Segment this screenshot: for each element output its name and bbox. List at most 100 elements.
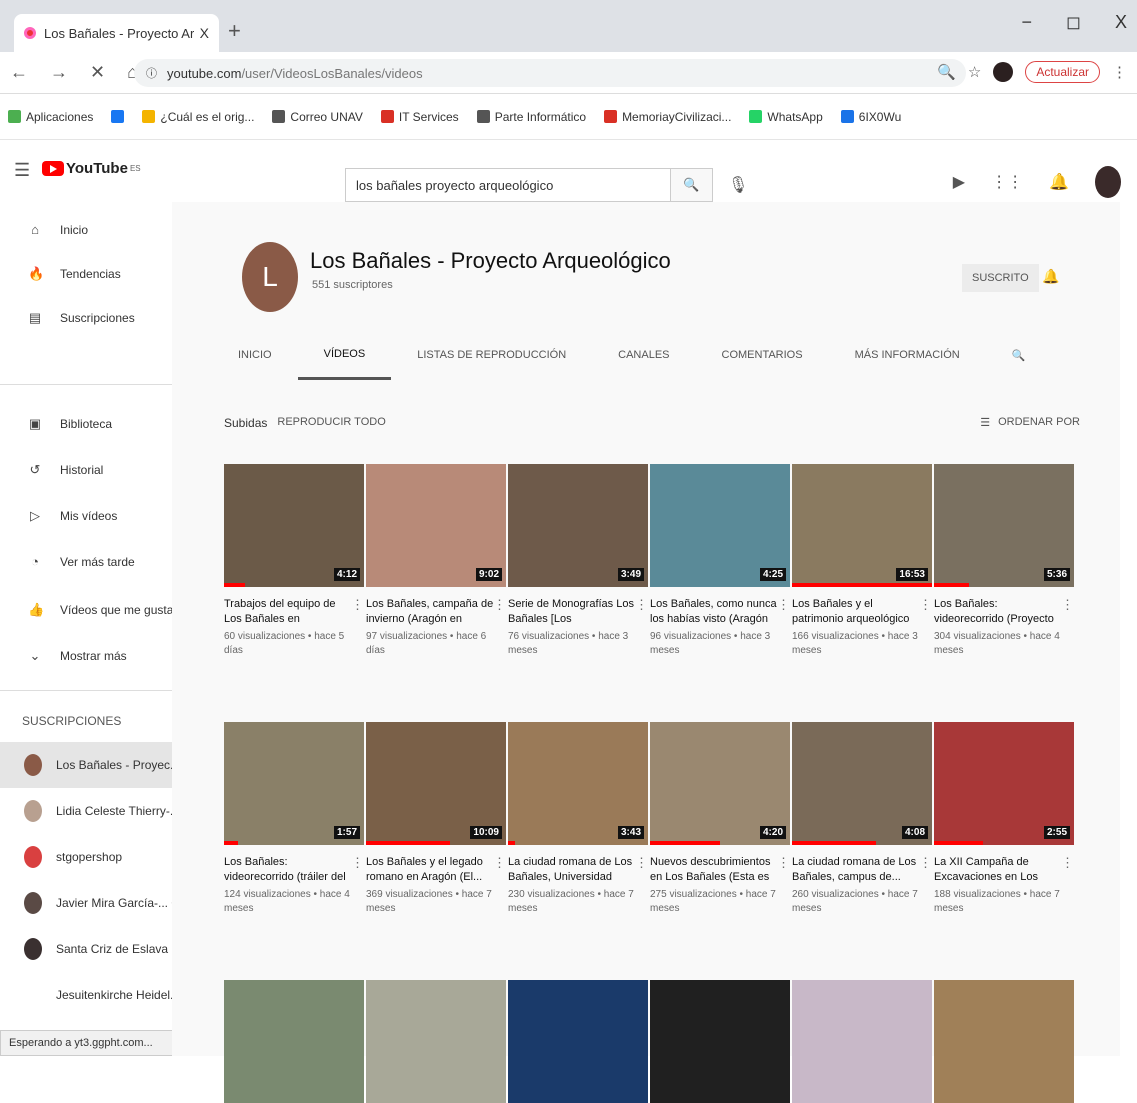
sort-by-button[interactable]: ☰ ORDENAR POR <box>980 416 1080 429</box>
video-title[interactable]: La XII Campaña de Excavaciones en Los Ba… <box>934 855 1062 885</box>
video-menu-icon[interactable]: ⋮ <box>351 855 364 871</box>
sidebar-item[interactable]: ▤ Suscripciones <box>28 310 135 326</box>
window-close-icon[interactable]: X <box>1115 12 1127 33</box>
video-thumbnail[interactable] <box>508 980 648 1103</box>
video-menu-icon[interactable]: ⋮ <box>777 855 790 871</box>
channel-tab[interactable]: LISTAS DE REPRODUCCIÓN <box>391 330 592 380</box>
video-menu-icon[interactable]: ⋮ <box>919 855 932 871</box>
notifications-icon[interactable]: 🔔 <box>1049 172 1069 192</box>
bookmark-item[interactable]: WhatsApp <box>749 110 823 124</box>
video-title[interactable]: Los Bañales, como nunca los habías visto… <box>650 597 778 627</box>
zoom-icon[interactable]: 🔍 <box>937 63 956 81</box>
sidebar-item[interactable]: ◔ Ver más tarde <box>28 554 135 569</box>
sidebar-item[interactable]: ↺ Historial <box>28 462 104 478</box>
bell-icon[interactable]: 🔔 <box>1042 268 1059 285</box>
video-title[interactable]: Nuevos descubrimientos en Los Bañales (E… <box>650 855 778 885</box>
subscription-item[interactable]: Lidia Celeste Thierry-... <box>0 788 180 834</box>
address-bar[interactable]: ⓘ youtube.com/user/VideosLosBanales/vide… <box>134 59 966 87</box>
subscription-item[interactable]: stgopershop <box>0 834 172 880</box>
video-thumbnail[interactable]: 10:09 <box>366 722 506 845</box>
minimize-icon[interactable]: − <box>1022 12 1033 33</box>
new-tab-button[interactable]: + <box>228 18 241 44</box>
bookmark-item[interactable] <box>111 110 125 123</box>
video-title[interactable]: Los Bañales, campaña de invierno (Aragón… <box>366 597 494 627</box>
bookmark-item[interactable]: MemoriayCivilizaci... <box>604 110 731 124</box>
more-menu-icon[interactable]: ⋮ <box>1112 63 1127 81</box>
video-thumbnail[interactable] <box>934 980 1074 1103</box>
video-title[interactable]: La ciudad romana de Los Bañales, campus … <box>792 855 920 885</box>
video-thumbnail[interactable]: 16:53 <box>792 464 932 587</box>
video-thumbnail[interactable]: 5:36 <box>934 464 1074 587</box>
video-title[interactable]: Los Bañales y el legado romano en Aragón… <box>366 855 494 885</box>
update-button[interactable]: Actualizar <box>1025 61 1100 83</box>
microphone-icon[interactable]: 🎙 <box>728 175 748 195</box>
video-thumbnail[interactable]: 4:25 <box>650 464 790 587</box>
video-menu-icon[interactable]: ⋮ <box>493 597 506 613</box>
video-menu-icon[interactable]: ⋮ <box>1061 597 1074 613</box>
account-avatar[interactable] <box>1095 166 1121 198</box>
video-thumbnail[interactable]: 4:20 <box>650 722 790 845</box>
video-menu-icon[interactable]: ⋮ <box>777 597 790 613</box>
video-title[interactable]: Los Bañales y el patrimonio arqueológico… <box>792 597 920 627</box>
tab-close-icon[interactable]: X <box>200 25 209 41</box>
back-icon[interactable]: ← <box>10 62 28 83</box>
channel-tab[interactable]: MÁS INFORMACIÓN <box>829 330 986 380</box>
stop-icon[interactable]: ✕ <box>90 62 105 83</box>
profile-avatar[interactable] <box>993 62 1014 82</box>
video-thumbnail[interactable]: 4:08 <box>792 722 932 845</box>
video-thumbnail[interactable] <box>366 980 506 1103</box>
channel-search-icon[interactable]: 🔍 <box>986 330 1052 380</box>
channel-tab[interactable]: CANALES <box>592 330 695 380</box>
video-menu-icon[interactable]: ⋮ <box>1061 855 1074 871</box>
video-thumbnail[interactable] <box>650 980 790 1103</box>
search-button[interactable]: 🔍 <box>670 169 712 201</box>
subscription-item[interactable]: Santa Criz de Eslava <box>0 926 172 972</box>
bookmark-item[interactable]: 6IX0Wu <box>840 110 901 124</box>
play-all-link[interactable]: REPRODUCIR TODO <box>277 416 385 430</box>
video-thumbnail[interactable] <box>224 980 364 1103</box>
video-title[interactable]: Los Bañales: videorecorrido (Proyecto "R… <box>934 597 1062 627</box>
video-thumbnail[interactable]: 1:57 <box>224 722 364 845</box>
channel-tab[interactable]: COMENTARIOS <box>696 330 829 380</box>
video-title[interactable]: Serie de Monografías Los Bañales [Los Ba… <box>508 597 636 627</box>
subscription-item[interactable]: Javier Mira García-... • <box>0 880 176 926</box>
channel-avatar[interactable]: L <box>242 242 298 312</box>
video-menu-icon[interactable]: ⋮ <box>635 597 648 613</box>
bookmark-item[interactable]: Correo UNAV <box>272 110 363 124</box>
video-title[interactable]: Trabajos del equipo de Los Bañales en Ca… <box>224 597 352 627</box>
info-icon[interactable]: ⓘ <box>146 65 157 81</box>
video-thumbnail[interactable]: 2:55 <box>934 722 1074 845</box>
sidebar-item[interactable]: ▷ Mis vídeos <box>28 508 117 524</box>
forward-icon[interactable]: → <box>50 62 68 83</box>
video-title[interactable]: La ciudad romana de Los Bañales, Univers… <box>508 855 636 885</box>
video-menu-icon[interactable]: ⋮ <box>493 855 506 871</box>
video-thumbnail[interactable]: 3:43 <box>508 722 648 845</box>
subscription-item[interactable]: Los Bañales - Proyec... <box>0 742 180 788</box>
browser-tab[interactable]: Los Bañales - Proyecto Arqueológ X <box>14 14 219 52</box>
video-thumbnail[interactable] <box>792 980 932 1103</box>
sidebar-item[interactable]: 👍 Vídeos que me gustan <box>28 602 180 618</box>
bookmark-item[interactable]: ¿Cuál es el orig... <box>142 110 254 124</box>
video-menu-icon[interactable]: ⋮ <box>351 597 364 613</box>
youtube-logo[interactable]: YouTube ES <box>42 160 141 177</box>
video-thumbnail[interactable]: 9:02 <box>366 464 506 587</box>
subscribed-button[interactable]: SUSCRITO <box>962 264 1039 292</box>
bookmark-item[interactable]: IT Services <box>380 110 459 124</box>
search-input[interactable]: los bañales proyecto arqueológico <box>346 178 670 193</box>
bookmark-item[interactable]: Parte Informático <box>476 110 586 124</box>
sidebar-item[interactable]: ▣ Biblioteca <box>28 416 112 432</box>
hamburger-menu-icon[interactable]: ☰ <box>14 160 30 181</box>
apps-icon[interactable]: ⋮⋮ <box>991 172 1023 192</box>
video-menu-icon[interactable]: ⋮ <box>635 855 648 871</box>
sidebar-item[interactable]: ⌂ Inicio <box>28 222 88 237</box>
video-title[interactable]: Los Bañales: videorecorrido (tráiler del… <box>224 855 352 885</box>
video-thumbnail[interactable]: 4:12 <box>224 464 364 587</box>
video-thumbnail[interactable]: 3:49 <box>508 464 648 587</box>
bookmark-star-icon[interactable]: ☆ <box>968 63 981 81</box>
sidebar-item[interactable]: ⌄ Mostrar más <box>28 648 127 664</box>
maximize-icon[interactable]: ◻ <box>1066 12 1081 33</box>
sidebar-item[interactable]: 🔥 Tendencias <box>28 266 121 282</box>
channel-tab[interactable]: INICIO <box>212 330 298 380</box>
channel-tab[interactable]: VÍDEOS <box>297 330 392 380</box>
create-video-icon[interactable]: ▶ <box>953 172 965 192</box>
